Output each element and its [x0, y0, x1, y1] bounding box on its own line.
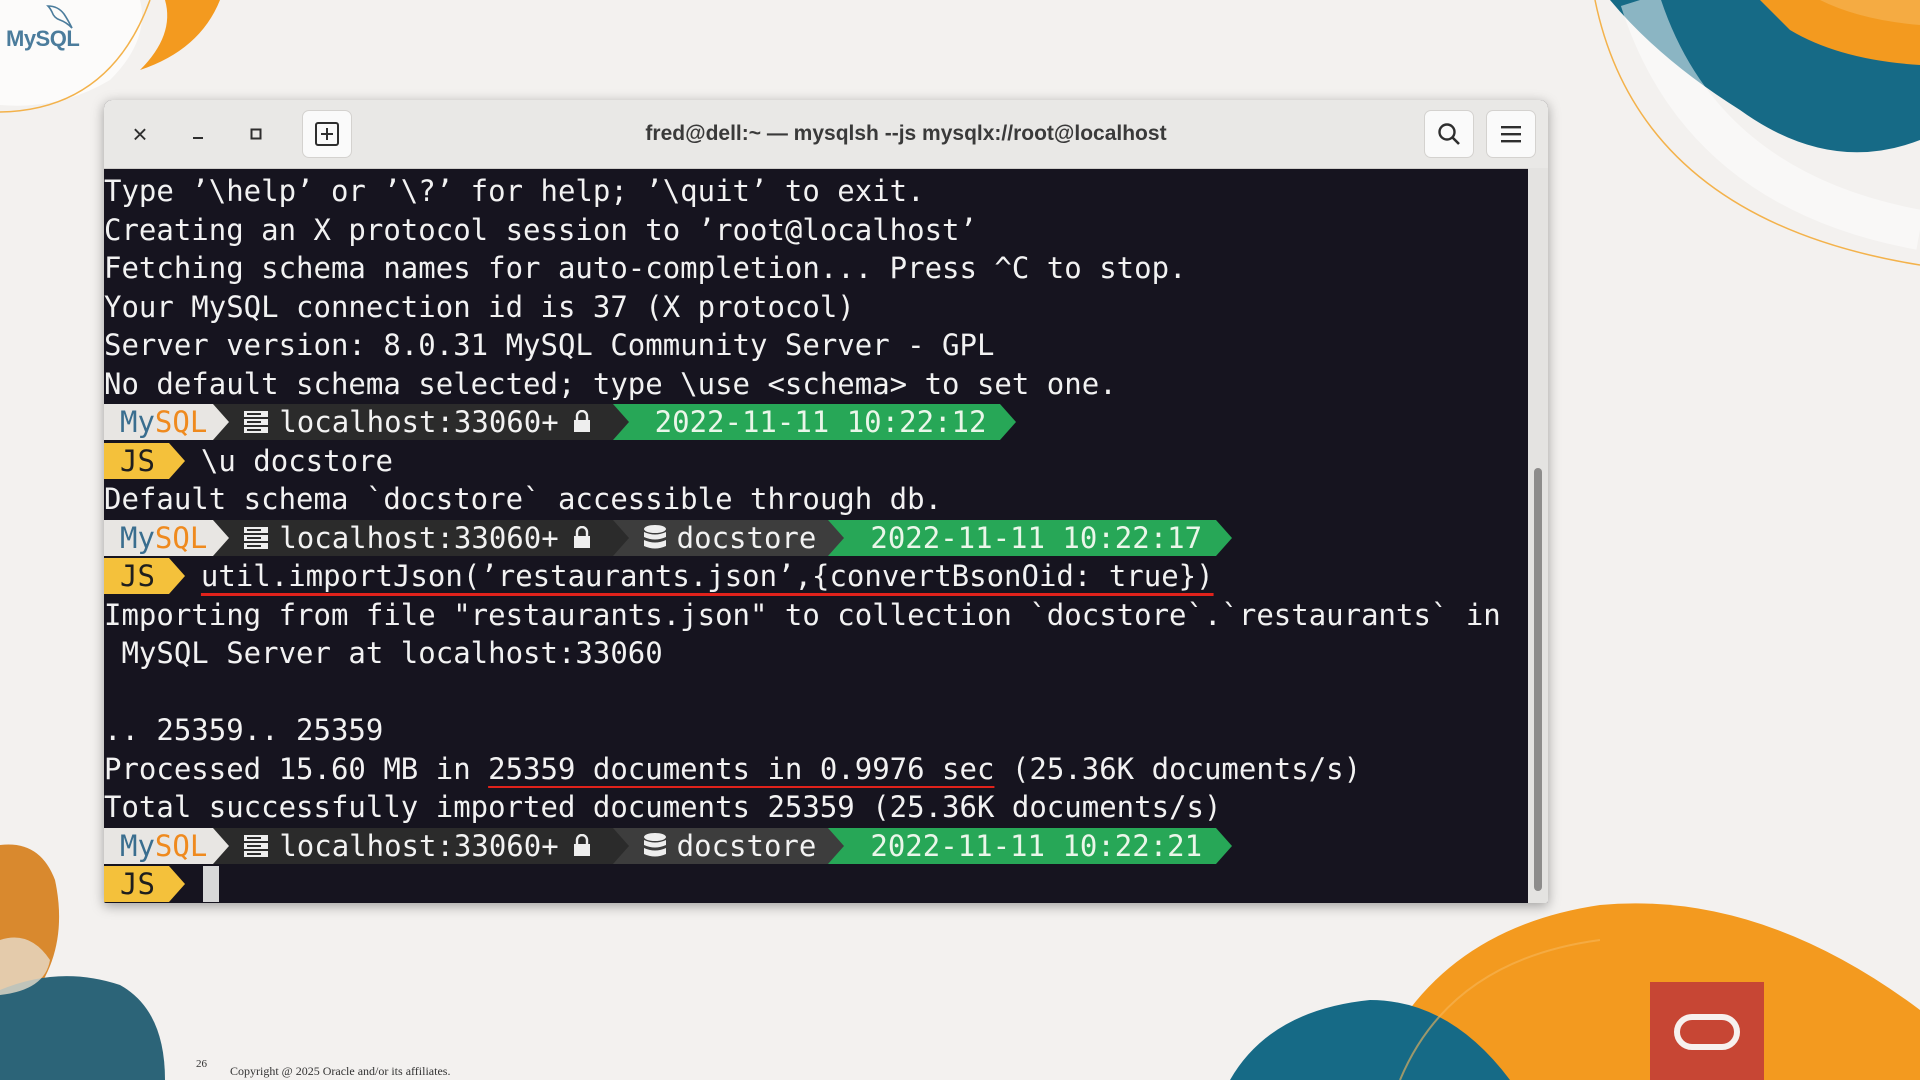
window-titlebar[interactable]: × fred@dell:~ — mysqlsh --js mysqlx://ro…	[104, 100, 1548, 169]
output-line: Fetching schema names for auto-completio…	[104, 251, 1187, 285]
prompt-time-segment: 2022-11-11 10:22:21	[844, 827, 1217, 864]
prompt-schema-segment: docstore	[628, 519, 829, 556]
output-line: Default schema `docstore` accessible thr…	[104, 482, 943, 516]
js-prompt-line: JS util.importJson(’restaurants.json’,{c…	[104, 557, 1528, 596]
prompt-host-segment: localhost:33060+	[229, 827, 613, 864]
terminal-output[interactable]: Type ’\help’ or ’\?’ for help; ’\quit’ t…	[104, 168, 1528, 903]
server-icon	[244, 834, 269, 857]
prompt-separator-icon	[612, 827, 629, 864]
prompt-separator-icon	[612, 404, 629, 441]
new-tab-icon	[315, 122, 339, 146]
shell-prompt: My SQL localhost:33060+ docstore 2022-11-…	[104, 827, 1528, 866]
slide-page-number: 26	[196, 1058, 207, 1070]
prompt-host-segment: localhost:33060+	[229, 519, 613, 556]
prompt-separator-icon	[213, 404, 230, 441]
highlighted-result: 25359 documents in 0.9976 sec	[488, 751, 995, 786]
prompt-separator-icon	[213, 519, 230, 556]
hamburger-menu-icon	[1501, 126, 1521, 143]
server-icon	[244, 411, 269, 434]
output-line: Your MySQL connection id is 37 (X protoc…	[104, 289, 855, 324]
shell-prompt: My SQL localhost:33060+ 2022-11-11 10:22:…	[104, 403, 1528, 442]
prompt-separator-icon	[828, 827, 845, 864]
js-mode-badge: JS	[104, 866, 169, 903]
window-title: fred@dell:~ — mysqlsh --js mysqlx://root…	[645, 122, 1167, 145]
shell-prompt: My SQL localhost:33060+ docstore 2022-11-…	[104, 519, 1528, 558]
prompt-separator-icon	[612, 519, 629, 556]
output-line: .. 25359.. 25359	[104, 713, 384, 747]
prompt-separator-icon	[213, 827, 230, 864]
output-line: MySQL Server at localhost:33060	[104, 636, 663, 670]
prompt-separator-icon	[828, 519, 845, 556]
server-icon	[244, 526, 269, 549]
lock-icon	[573, 833, 590, 856]
dolphin-icon	[46, 5, 73, 29]
command-text: util.importJson(’restaurants.json’,{conv…	[200, 559, 1214, 594]
terminal-window: × fred@dell:~ — mysqlsh --js mysqlx://ro…	[104, 100, 1548, 903]
menu-button[interactable]	[1486, 110, 1536, 158]
database-icon	[643, 524, 666, 549]
prompt-separator-icon	[1216, 519, 1233, 556]
text-cursor[interactable]	[202, 866, 219, 903]
maximize-icon	[250, 128, 262, 140]
maximize-button[interactable]	[234, 112, 278, 156]
output-line: Processed 15.60 MB in 25359 documents in…	[104, 751, 1362, 786]
js-prompt-line: JS \u docstore	[104, 442, 1528, 481]
output-line: Type ’\help’ or ’\?’ for help; ’\quit’ t…	[104, 174, 925, 208]
output-line: Total successfully imported documents 25…	[104, 790, 1222, 824]
terminal-scrollbar[interactable]	[1528, 168, 1548, 903]
new-tab-button[interactable]	[302, 110, 352, 158]
prompt-time-segment: 2022-11-11 10:22:17	[844, 519, 1217, 556]
prompt-separator-icon	[168, 866, 185, 903]
command-text: \u docstore	[200, 443, 393, 478]
prompt-mysql-segment: My SQL	[104, 519, 214, 556]
output-line: Server version: 8.0.31 MySQL Community S…	[104, 328, 995, 362]
oracle-ring-icon	[1674, 1014, 1740, 1050]
output-line: No default schema selected; type \use <s…	[104, 366, 1117, 401]
oracle-logo	[1650, 982, 1764, 1080]
close-icon: ×	[132, 118, 148, 149]
prompt-mysql-segment: My SQL	[104, 827, 214, 864]
minimize-icon	[193, 137, 203, 139]
js-mode-badge: JS	[104, 558, 169, 595]
close-button[interactable]: ×	[118, 112, 162, 156]
prompt-mysql-segment: My SQL	[104, 404, 214, 441]
search-icon	[1438, 123, 1460, 145]
output-line: Importing from file "restaurants.json" t…	[104, 597, 1501, 632]
prompt-separator-icon	[1216, 827, 1233, 864]
copyright-notice: Copyright @ 2025 Oracle and/or its affil…	[230, 1064, 451, 1078]
js-prompt-line[interactable]: JS	[104, 865, 1528, 903]
scrollbar-thumb[interactable]	[1534, 468, 1542, 891]
prompt-separator-icon	[1000, 404, 1017, 441]
prompt-separator-icon	[168, 442, 185, 479]
output-line: Creating an X protocol session to ’root@…	[104, 212, 977, 247]
search-button[interactable]	[1424, 110, 1474, 158]
mysql-logo: MySQL	[6, 5, 80, 52]
lock-icon	[573, 525, 590, 548]
js-mode-badge: JS	[104, 442, 169, 479]
prompt-time-segment: 2022-11-11 10:22:12	[628, 404, 1001, 441]
prompt-separator-icon	[168, 558, 185, 595]
minimize-button[interactable]	[176, 112, 220, 156]
prompt-host-segment: localhost:33060+	[229, 404, 613, 441]
lock-icon	[573, 410, 590, 433]
database-icon	[643, 832, 666, 857]
prompt-schema-segment: docstore	[628, 827, 829, 864]
